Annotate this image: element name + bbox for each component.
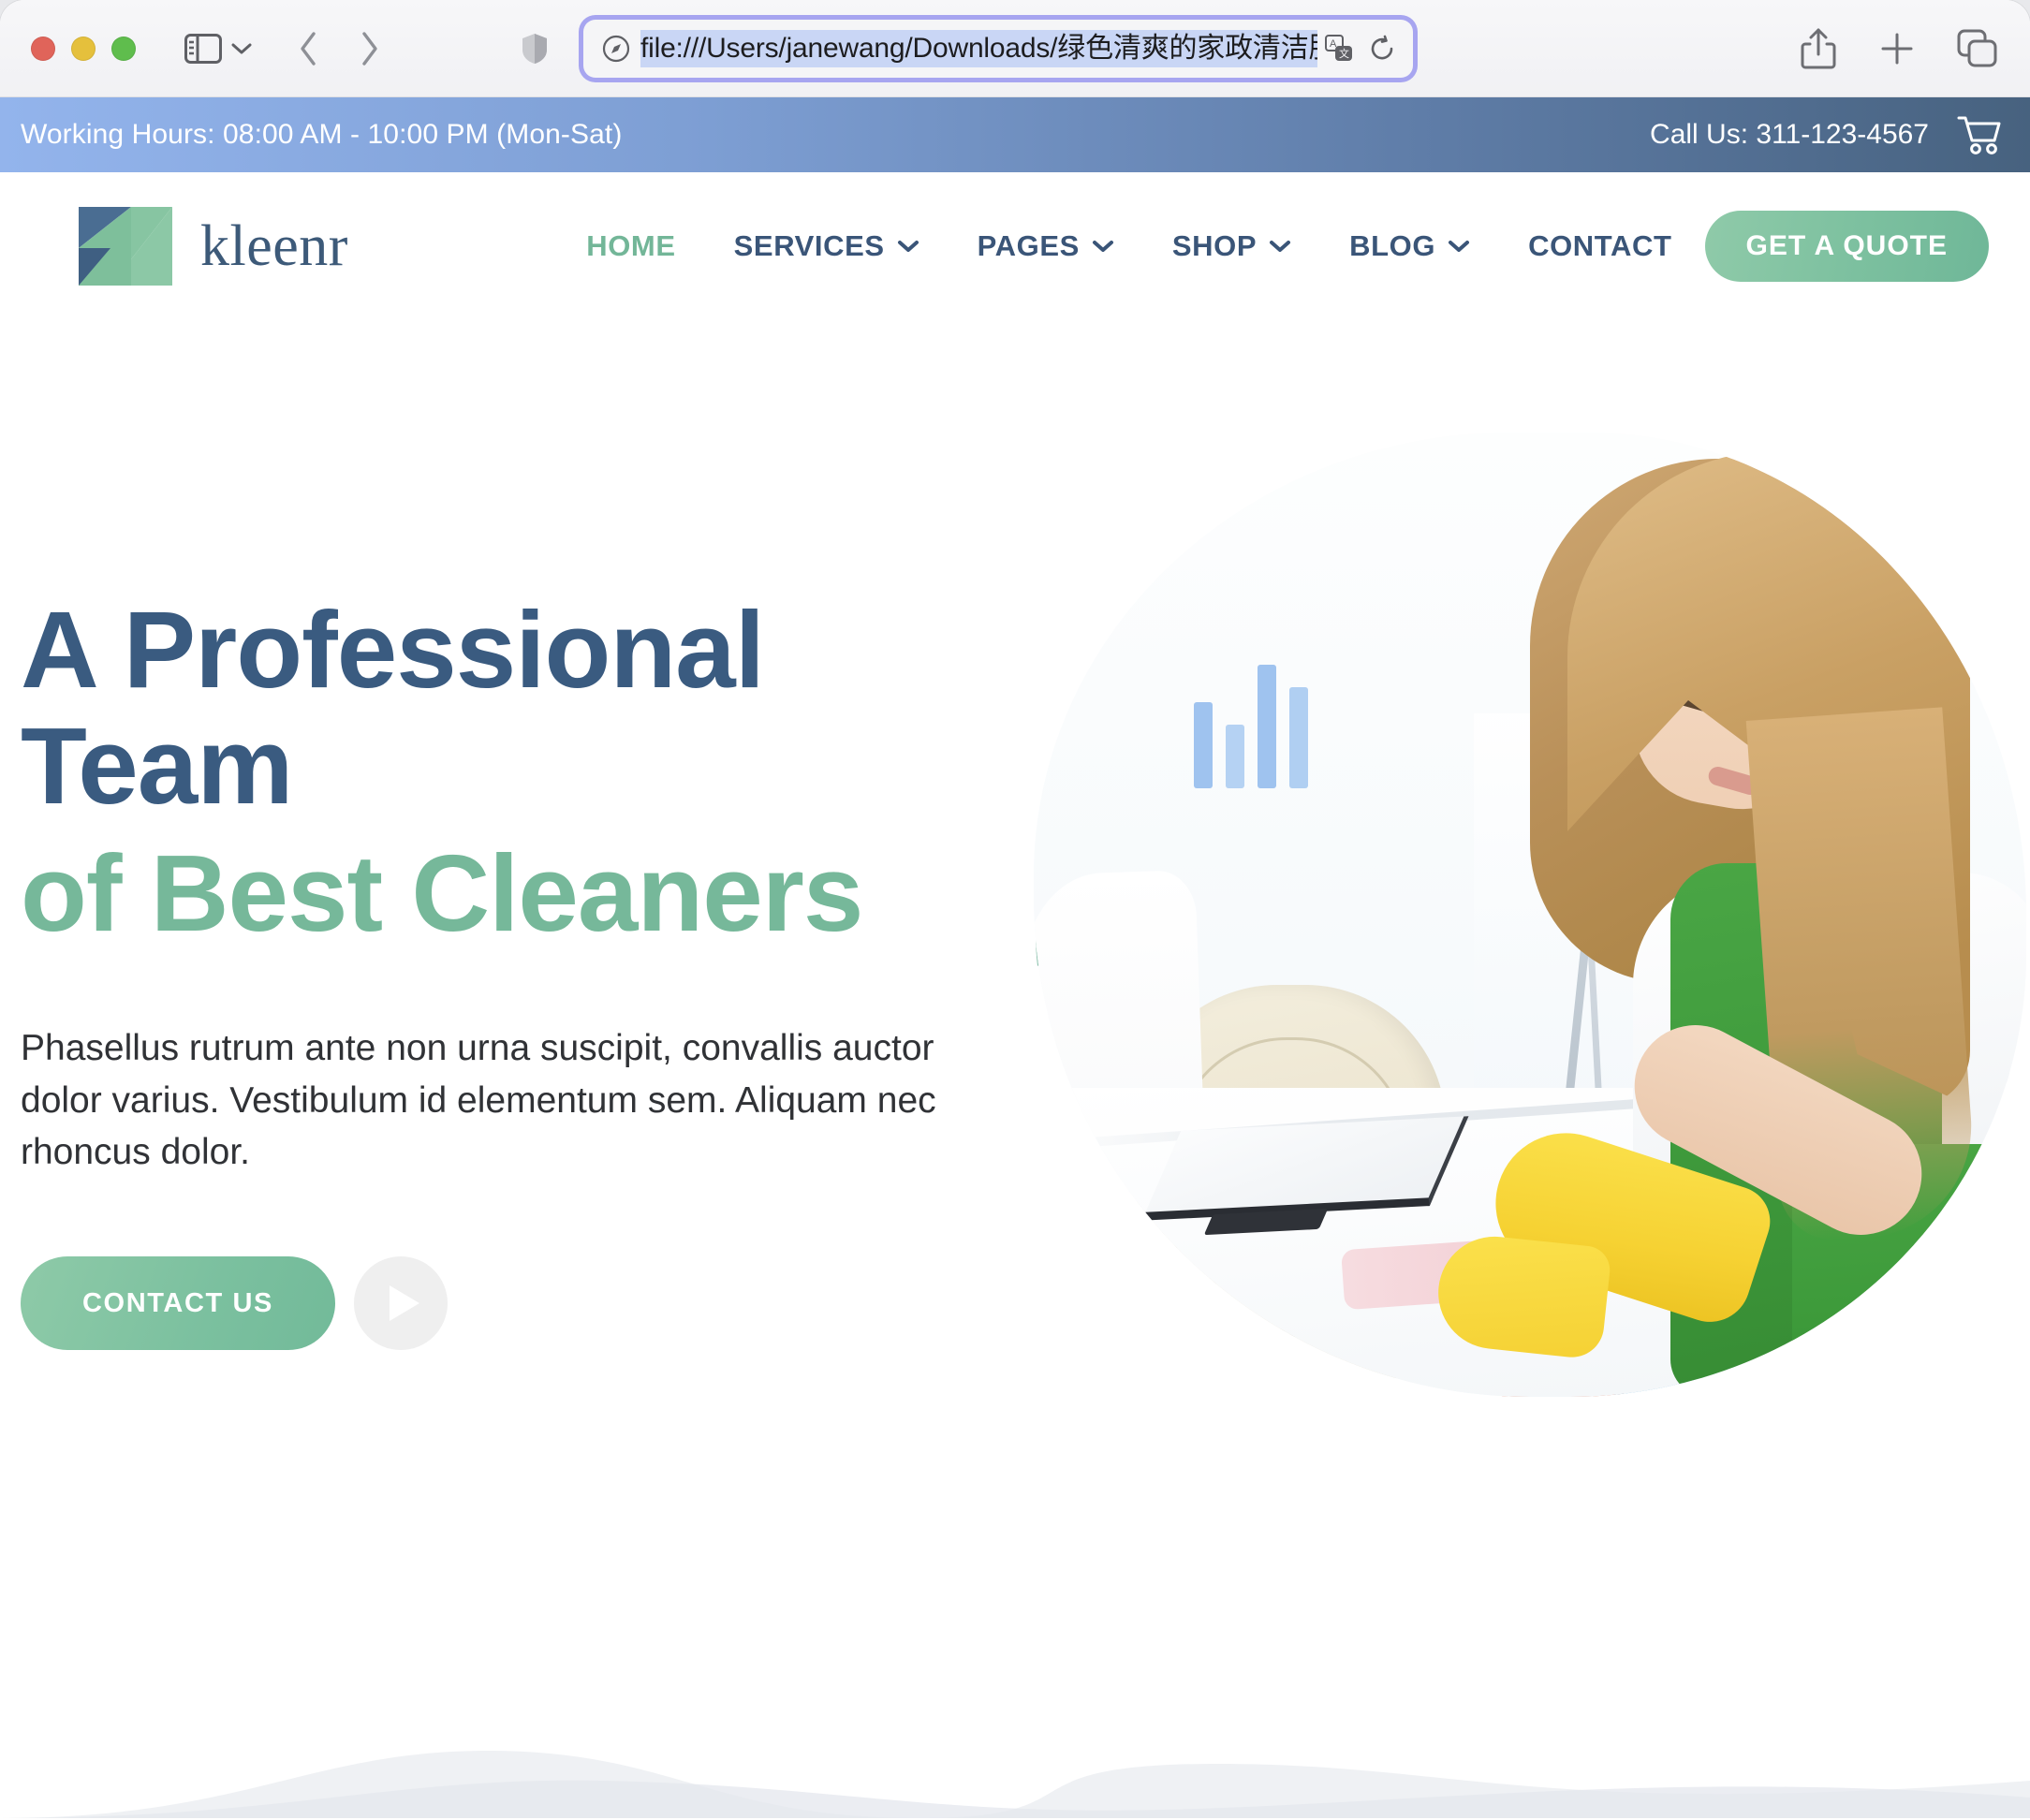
nav-item-home[interactable]: HOME	[557, 229, 704, 263]
nav-label: HOME	[586, 229, 676, 262]
close-window-button[interactable]	[31, 36, 55, 61]
url-text[interactable]: file:///Users/janewang/Downloads/绿色清爽的家政…	[640, 29, 1317, 67]
hero-heading-accent: of Best Cleaners	[21, 832, 863, 955]
tab-overview-icon[interactable]	[1957, 29, 1998, 68]
nav-item-pages[interactable]: PAGES	[949, 229, 1143, 263]
site-logo[interactable]: kleenr	[73, 203, 348, 289]
call-us-text[interactable]: Call Us: 311-123-4567	[1650, 119, 1929, 151]
site-header: kleenr HOME SERVICES PAGES SHOP BLOG CON…	[0, 172, 2030, 320]
browser-window: file:///Users/janewang/Downloads/绿色清爽的家政…	[0, 0, 2030, 1820]
browser-toolbar: file:///Users/janewang/Downloads/绿色清爽的家政…	[0, 0, 2030, 97]
site-top-info-bar: Working Hours: 08:00 AM - 10:00 PM (Mon-…	[0, 97, 2030, 172]
nav-item-shop[interactable]: SHOP	[1143, 229, 1320, 263]
nav-label: SHOP	[1171, 229, 1258, 262]
svg-text:文: 文	[1339, 47, 1349, 60]
hero-paragraph: Phasellus rutrum ante non urna suscipit,…	[21, 1028, 936, 1173]
translate-icon[interactable]: A 文	[1325, 34, 1353, 63]
hero-photo-illustration	[1034, 433, 2026, 1397]
website-content: Working Hours: 08:00 AM - 10:00 PM (Mon-…	[0, 97, 2030, 1820]
working-hours-text: Working Hours: 08:00 AM - 10:00 PM (Mon-…	[21, 119, 623, 150]
kleenr-logo-mark-icon	[73, 203, 178, 289]
hero-section: A Professional Team of Best Cleaners Pha…	[0, 320, 2030, 1818]
chevron-down-icon	[897, 239, 919, 254]
sidebar-icon[interactable]	[183, 28, 224, 69]
nav-label: SERVICES	[733, 229, 885, 262]
chevron-down-icon	[1092, 239, 1114, 254]
main-navigation: HOME SERVICES PAGES SHOP BLOG CONTACT GE…	[348, 211, 1989, 282]
share-icon[interactable]	[1800, 27, 1837, 70]
nav-label: BLOG	[1349, 229, 1436, 262]
play-video-button[interactable]	[353, 1256, 448, 1351]
chevron-down-icon	[1448, 239, 1470, 254]
nav-item-services[interactable]: SERVICES	[705, 229, 949, 263]
nav-item-contact[interactable]: CONTACT	[1499, 229, 1700, 263]
chevron-down-icon	[1269, 239, 1291, 254]
contact-us-button[interactable]: CONTACT US	[21, 1256, 335, 1351]
compass-icon	[602, 35, 630, 63]
minimize-window-button[interactable]	[71, 36, 96, 61]
bottom-wave-decoration	[0, 1640, 2030, 1818]
traffic-light-buttons[interactable]	[31, 36, 136, 61]
cart-icon[interactable]	[1957, 114, 2002, 155]
logo-text: kleenr	[200, 213, 348, 278]
toolbar-right-actions	[1800, 0, 1998, 97]
cleaner-person	[1390, 433, 2026, 1397]
nav-label: PAGES	[977, 229, 1080, 262]
hero-heading-line2: Team	[21, 705, 293, 828]
hero-cta-group: CONTACT US	[21, 1256, 1013, 1351]
hero-copy: A Professional Team of Best Cleaners Pha…	[21, 592, 1013, 1351]
address-bar[interactable]: file:///Users/janewang/Downloads/绿色清爽的家政…	[583, 19, 1413, 78]
back-arrow-icon[interactable]	[286, 25, 332, 72]
hero-heading: A Professional Team of Best Cleaners	[21, 592, 1013, 951]
get-a-quote-button[interactable]: GET A QUOTE	[1704, 211, 1989, 282]
nav-item-blog[interactable]: BLOG	[1320, 229, 1499, 263]
forward-arrow-icon[interactable]	[346, 25, 392, 72]
hero-heading-line1: A Professional	[21, 589, 765, 711]
reload-icon[interactable]	[1368, 35, 1396, 63]
nav-label: CONTACT	[1528, 229, 1672, 262]
chevron-down-icon[interactable]	[226, 28, 257, 69]
shield-icon[interactable]	[516, 28, 553, 69]
zoom-window-button[interactable]	[111, 36, 136, 61]
hero-image	[1028, 433, 2030, 1444]
play-icon	[390, 1285, 420, 1322]
hero-photo-mask	[1034, 433, 2026, 1397]
plus-icon[interactable]	[1878, 30, 1916, 67]
wall-bar-chart-decor	[1188, 648, 1338, 788]
